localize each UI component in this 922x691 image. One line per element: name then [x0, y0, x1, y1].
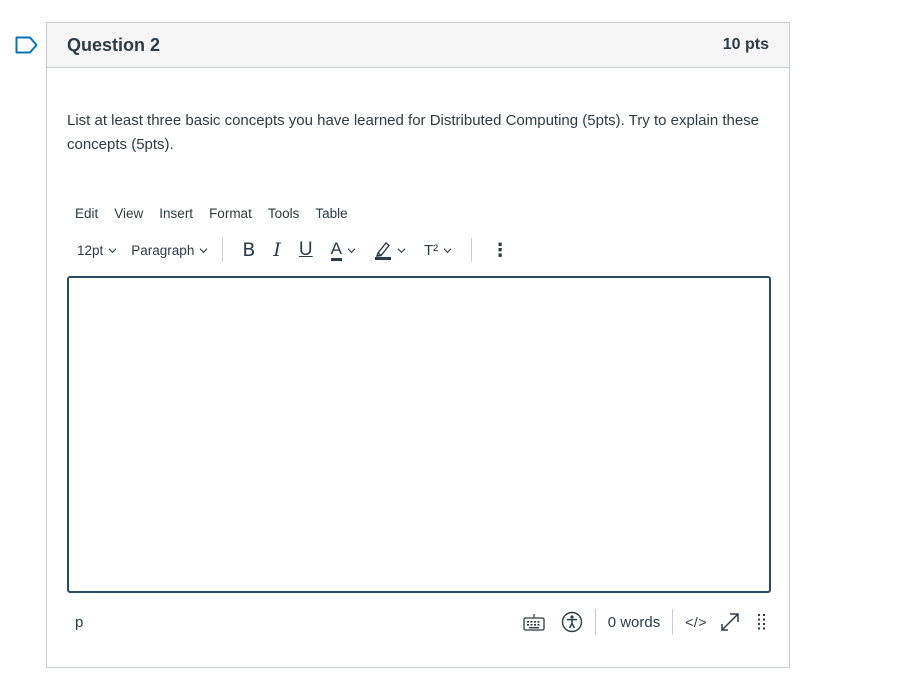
menu-view[interactable]: View [114, 206, 143, 221]
superscript-button[interactable]: T² [424, 242, 452, 259]
menu-table[interactable]: Table [315, 206, 347, 221]
more-options-button[interactable]: ⋮ [491, 240, 509, 261]
chevron-down-icon [347, 247, 356, 253]
menu-tools[interactable]: Tools [268, 206, 300, 221]
code-icon: </> [685, 614, 707, 630]
chevron-down-icon [199, 247, 208, 253]
italic-icon: I [273, 239, 281, 261]
html-editor-toggle[interactable]: </> [685, 614, 707, 630]
editor-toolbar: 12pt Paragraph B I U A T² ⋮ [77, 237, 518, 263]
highlighter-icon [374, 242, 391, 260]
accessibility-checker-button[interactable] [561, 611, 583, 633]
editor-content[interactable] [69, 278, 769, 294]
block-format-dropdown[interactable]: Paragraph [131, 243, 208, 258]
chevron-down-icon [443, 247, 452, 253]
underline-button[interactable]: U [299, 239, 313, 261]
question-card: Question 2 10 pts List at least three ba… [46, 22, 790, 668]
superscript-icon: T² [423, 241, 439, 259]
fullscreen-button[interactable] [719, 611, 741, 633]
font-size-dropdown[interactable]: 12pt [77, 243, 117, 258]
font-size-value: 12pt [77, 242, 104, 258]
editor-statusbar: p 0 words </> [67, 607, 771, 637]
text-color-button[interactable]: A [330, 239, 356, 261]
toolbar-divider [222, 238, 224, 262]
bold-icon: B [242, 239, 256, 261]
question-points: 10 pts [722, 36, 769, 53]
question-text: List at least three basic concepts you h… [67, 112, 760, 153]
question-header: Question 2 10 pts [47, 23, 789, 68]
rich-text-editor[interactable] [67, 276, 771, 593]
menu-insert[interactable]: Insert [159, 206, 193, 221]
text-color-icon: A [330, 239, 342, 261]
underline-icon: U [298, 239, 313, 260]
chevron-down-icon [397, 247, 406, 253]
expand-icon [721, 613, 739, 631]
chevron-down-icon [108, 247, 117, 253]
element-path[interactable]: p [75, 614, 83, 631]
statusbar-divider [672, 609, 674, 635]
toolbar-divider [471, 238, 473, 262]
menu-format[interactable]: Format [209, 206, 252, 221]
italic-button[interactable]: I [273, 239, 281, 261]
accessibility-icon [561, 611, 582, 633]
keyboard-shortcuts-button[interactable] [523, 613, 545, 631]
menu-edit[interactable]: Edit [75, 206, 98, 221]
editor-menubar: Edit View Insert Format Tools Table [75, 201, 364, 225]
flag-question-icon[interactable] [15, 36, 39, 54]
keyboard-icon [523, 614, 545, 631]
drag-handle-icon [758, 614, 765, 630]
resize-handle[interactable] [757, 613, 767, 631]
more-vertical-icon: ⋮ [491, 239, 510, 260]
statusbar-actions: 0 words </> [515, 609, 771, 635]
block-format-value: Paragraph [131, 242, 195, 258]
bold-button[interactable]: B [242, 239, 255, 261]
highlight-color-button[interactable] [374, 240, 406, 260]
word-count: 0 words [607, 613, 661, 631]
question-title: Question 2 [67, 34, 161, 55]
word-count-button[interactable]: 0 words [608, 614, 661, 631]
statusbar-divider [594, 609, 596, 635]
